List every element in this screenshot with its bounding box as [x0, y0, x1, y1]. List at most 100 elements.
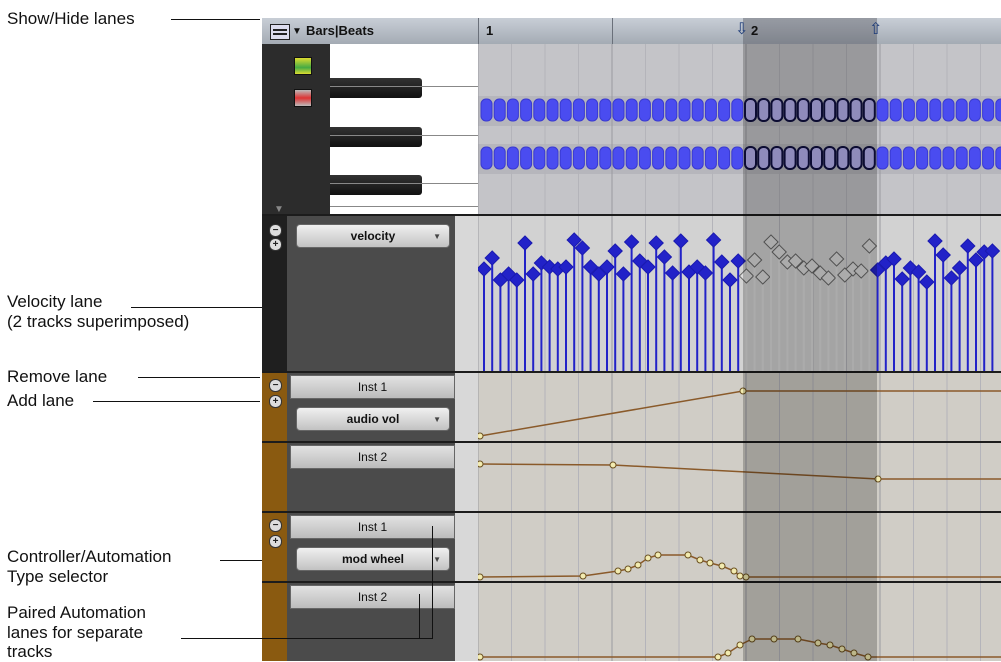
callout-controller-type: Controller/Automation	[7, 547, 172, 566]
midi-note	[520, 98, 533, 122]
velocity-point	[738, 268, 755, 284]
midi-note	[796, 98, 810, 122]
ruler-label[interactable]: Bars|Beats	[306, 23, 374, 38]
audio-vol-selector-label: audio vol	[346, 412, 400, 426]
automation-scale	[455, 513, 478, 581]
midi-note	[889, 146, 902, 170]
automation-breakpoint	[654, 551, 662, 559]
callout-show-hide-lanes: Show/Hide lanes	[7, 9, 135, 28]
midi-note	[823, 146, 837, 170]
automation-breakpoint	[748, 635, 756, 643]
velocity-lane-controls: − + velocity ▼	[262, 216, 478, 371]
midi-note	[836, 98, 850, 122]
mod-wheel-selector-label: mod wheel	[341, 552, 404, 566]
selection-start-marker-icon[interactable]: ⇩	[735, 22, 748, 38]
minus-circle-icon[interactable]: −	[269, 224, 282, 237]
velocity-scale	[455, 216, 478, 371]
midi-note	[849, 146, 863, 170]
velocity-point	[828, 251, 845, 267]
midi-note	[493, 146, 506, 170]
velocity-point	[664, 265, 681, 281]
automation-breakpoint	[644, 554, 652, 562]
automation-breakpoint	[696, 556, 704, 564]
minus-circle-icon[interactable]: −	[269, 519, 282, 532]
automation-lane-gutter	[262, 443, 287, 511]
controller-type-selector[interactable]: mod wheel ▼	[296, 547, 450, 571]
inst2-mod-lane-controls: Inst 2	[262, 583, 478, 661]
velocity-point	[722, 272, 738, 288]
midi-note	[982, 98, 995, 122]
velocity-point	[771, 244, 787, 260]
midi-note	[902, 146, 915, 170]
mod-wheel-automation-lane[interactable]	[478, 513, 1001, 581]
midi-note	[678, 98, 691, 122]
midi-note	[691, 98, 704, 122]
midi-note	[493, 98, 506, 122]
track-name-label: Inst 1	[290, 515, 455, 539]
automation-breakpoint	[814, 639, 822, 647]
plus-circle-icon[interactable]: +	[269, 395, 282, 408]
automation-breakpoint	[714, 653, 722, 661]
plus-circle-icon[interactable]: +	[269, 535, 282, 548]
midi-note	[731, 146, 744, 170]
midi-note	[783, 98, 797, 122]
automation-breakpoint	[794, 635, 802, 643]
automation-breakpoint	[634, 561, 642, 569]
velocity-point	[517, 235, 533, 251]
midi-note	[586, 98, 599, 122]
midi-note	[810, 146, 823, 170]
key-divider	[330, 183, 478, 184]
black-key[interactable]	[330, 127, 422, 147]
velocity-point	[763, 234, 779, 250]
chevron-down-icon: ▼	[433, 415, 441, 424]
automation-scale	[455, 443, 478, 511]
midi-note	[836, 146, 850, 170]
midi-note	[916, 146, 929, 170]
midi-note	[995, 98, 1001, 122]
midi-note	[770, 98, 784, 122]
midi-note	[955, 98, 968, 122]
midi-note	[572, 98, 585, 122]
ruler-menu-triangle-icon[interactable]: ▼	[292, 27, 302, 37]
velocity-point	[656, 249, 673, 265]
midi-note	[955, 146, 968, 170]
velocity-lane[interactable]	[478, 216, 1001, 371]
callout-paired-automation-sub: lanes for separate	[7, 623, 144, 642]
inst2-mod-automation-lane[interactable]	[478, 583, 1001, 661]
midi-note	[757, 146, 771, 170]
midi-note	[625, 146, 638, 170]
midi-note	[744, 98, 757, 122]
velocity-point	[714, 254, 730, 270]
show-hide-lanes-icon[interactable]	[270, 24, 290, 40]
automation-type-selector[interactable]: audio vol ▼	[296, 407, 450, 431]
velocity-type-selector[interactable]: velocity ▼	[296, 224, 450, 248]
audio-vol-automation-lane[interactable]	[478, 373, 1001, 441]
midi-note	[506, 146, 519, 170]
midi-note	[942, 98, 955, 122]
plus-circle-icon[interactable]: +	[269, 238, 282, 251]
midi-note	[559, 98, 572, 122]
midi-note	[533, 146, 546, 170]
automation-breakpoint	[478, 432, 484, 440]
show-notes-icon[interactable]	[294, 57, 312, 75]
automation-breakpoint	[736, 641, 744, 649]
black-key[interactable]	[330, 78, 422, 98]
hide-notes-icon[interactable]	[294, 89, 312, 107]
note-grid[interactable]	[478, 44, 1001, 215]
black-key[interactable]	[330, 175, 422, 195]
velocity-point	[960, 238, 976, 254]
midi-note	[862, 146, 876, 170]
inst2-vol-automation-lane[interactable]	[478, 443, 1001, 511]
velocity-point	[525, 266, 541, 282]
midi-note	[968, 98, 981, 122]
automation-scale	[455, 583, 478, 661]
piano-keyboard[interactable]	[330, 44, 478, 215]
selection-end-marker-icon[interactable]: ⇧	[869, 22, 882, 38]
leader-remove-lane	[138, 377, 260, 378]
midi-editor-window: ▼ Bars|Beats 1 ⇩ 2 ⇧ ▼ − + velocity ▼ − …	[262, 18, 1001, 661]
minus-circle-icon[interactable]: −	[269, 379, 282, 392]
callout-paired-automation: Paired Automation	[7, 603, 146, 622]
chevron-down-icon: ▼	[433, 555, 441, 564]
automation-breakpoint	[624, 565, 632, 573]
midi-note	[652, 146, 665, 170]
